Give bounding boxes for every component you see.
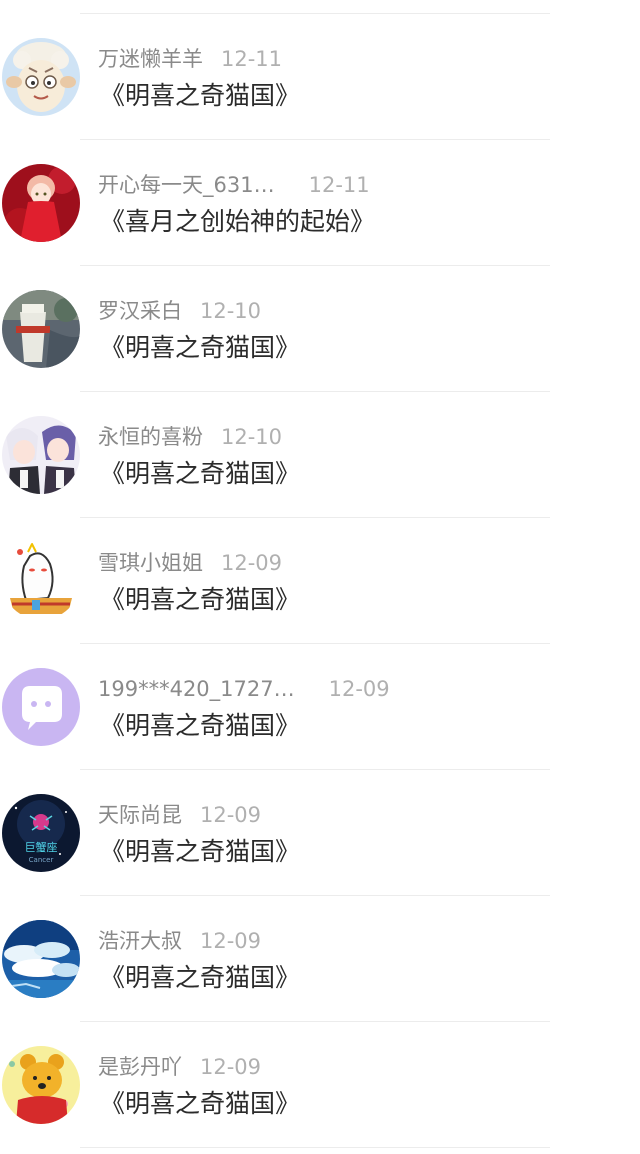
zodiac-label: 巨蟹座: [25, 840, 58, 854]
comment-meta: 浩汧大叔 12-09: [98, 926, 261, 956]
sky-clouds-avatar-icon[interactable]: [2, 920, 80, 998]
anime-couple-avatar-icon[interactable]: [2, 416, 80, 494]
comment-item[interactable]: 雪琪小姐姐 12-09 《明喜之奇猫国》: [0, 504, 640, 630]
comment-item[interactable]: 浩汧大叔 12-09 《明喜之奇猫国》: [0, 882, 640, 1008]
comment-item[interactable]: 万迷懒羊羊 12-11 《明喜之奇猫国》: [0, 0, 640, 126]
comment-item[interactable]: 开心每一天_631… 12-11 《喜月之创始神的起始》: [0, 126, 640, 252]
comment-meta: 永恒的喜粉 12-10: [98, 422, 282, 452]
username[interactable]: 是彭丹吖: [98, 1052, 182, 1082]
drink-cup-avatar-icon[interactable]: [2, 290, 80, 368]
comment-date: 12-09: [200, 929, 262, 953]
divider: [80, 1147, 550, 1148]
anime-girl-avatar-icon[interactable]: [2, 164, 80, 242]
comment-date: 12-09: [328, 677, 390, 701]
comment-meta: 开心每一天_631… 12-11: [98, 170, 370, 200]
comment-title[interactable]: 《明喜之奇猫国》: [100, 1086, 300, 1122]
comment-item[interactable]: 罗汉采白 12-10 《明喜之奇猫国》: [0, 252, 640, 378]
comment-title[interactable]: 《明喜之奇猫国》: [100, 960, 300, 996]
comment-list: 万迷懒羊羊 12-11 《明喜之奇猫国》 开心每一天_631… 12-11 《喜月之…: [0, 0, 640, 1154]
username[interactable]: 浩汧大叔: [98, 926, 182, 956]
comment-title[interactable]: 《喜月之创始神的起始》: [100, 204, 375, 240]
default-chat-bubble-avatar-icon[interactable]: [2, 668, 80, 746]
comment-title[interactable]: 《明喜之奇猫国》: [100, 456, 300, 492]
comment-date: 12-10: [221, 425, 283, 449]
comment-title[interactable]: 《明喜之奇猫国》: [100, 330, 300, 366]
comment-date: 12-11: [221, 47, 283, 71]
username[interactable]: 天际尚昆: [98, 800, 182, 830]
comment-date: 12-09: [221, 551, 283, 575]
winnie-the-pooh-avatar-icon[interactable]: [2, 1046, 80, 1124]
comment-item[interactable]: 永恒的喜粉 12-10 《明喜之奇猫国》: [0, 378, 640, 504]
comment-item[interactable]: 巨蟹座 Cancer 天际尚昆 12-09 《明喜之奇猫国》: [0, 756, 640, 882]
username[interactable]: 永恒的喜粉: [98, 422, 203, 452]
comment-title[interactable]: 《明喜之奇猫国》: [100, 78, 300, 114]
comment-title[interactable]: 《明喜之奇猫国》: [100, 834, 300, 870]
zodiac-cancer-avatar-icon[interactable]: 巨蟹座 Cancer: [2, 794, 80, 872]
comment-title[interactable]: 《明喜之奇猫国》: [100, 582, 300, 618]
username[interactable]: 万迷懒羊羊: [98, 44, 203, 74]
zodiac-sub-label: Cancer: [29, 856, 54, 864]
comment-date: 12-10: [200, 299, 262, 323]
comment-item[interactable]: 199***420_1727… 12-09 《明喜之奇猫国》: [0, 630, 640, 756]
username[interactable]: 雪琪小姐姐: [98, 548, 203, 578]
comment-meta: 199***420_1727… 12-09: [98, 674, 390, 704]
comment-meta: 雪琪小姐姐 12-09: [98, 548, 282, 578]
username[interactable]: 开心每一天_631…: [98, 170, 275, 200]
comment-meta: 天际尚昆 12-09: [98, 800, 261, 830]
comment-meta: 罗汉采白 12-10: [98, 296, 261, 326]
comment-date: 12-09: [200, 1055, 262, 1079]
lazy-goat-avatar-icon[interactable]: [2, 38, 80, 116]
comment-item[interactable]: 是彭丹吖 12-09 《明喜之奇猫国》: [0, 1008, 640, 1134]
username[interactable]: 罗汉采白: [98, 296, 182, 326]
username[interactable]: 199***420_1727…: [98, 674, 295, 704]
comment-title[interactable]: 《明喜之奇猫国》: [100, 708, 300, 744]
comment-meta: 是彭丹吖 12-09: [98, 1052, 261, 1082]
comment-date: 12-11: [308, 173, 370, 197]
comment-meta: 万迷懒羊羊 12-11: [98, 44, 282, 74]
comment-date: 12-09: [200, 803, 262, 827]
cartoon-mascot-avatar-icon[interactable]: [2, 542, 80, 620]
